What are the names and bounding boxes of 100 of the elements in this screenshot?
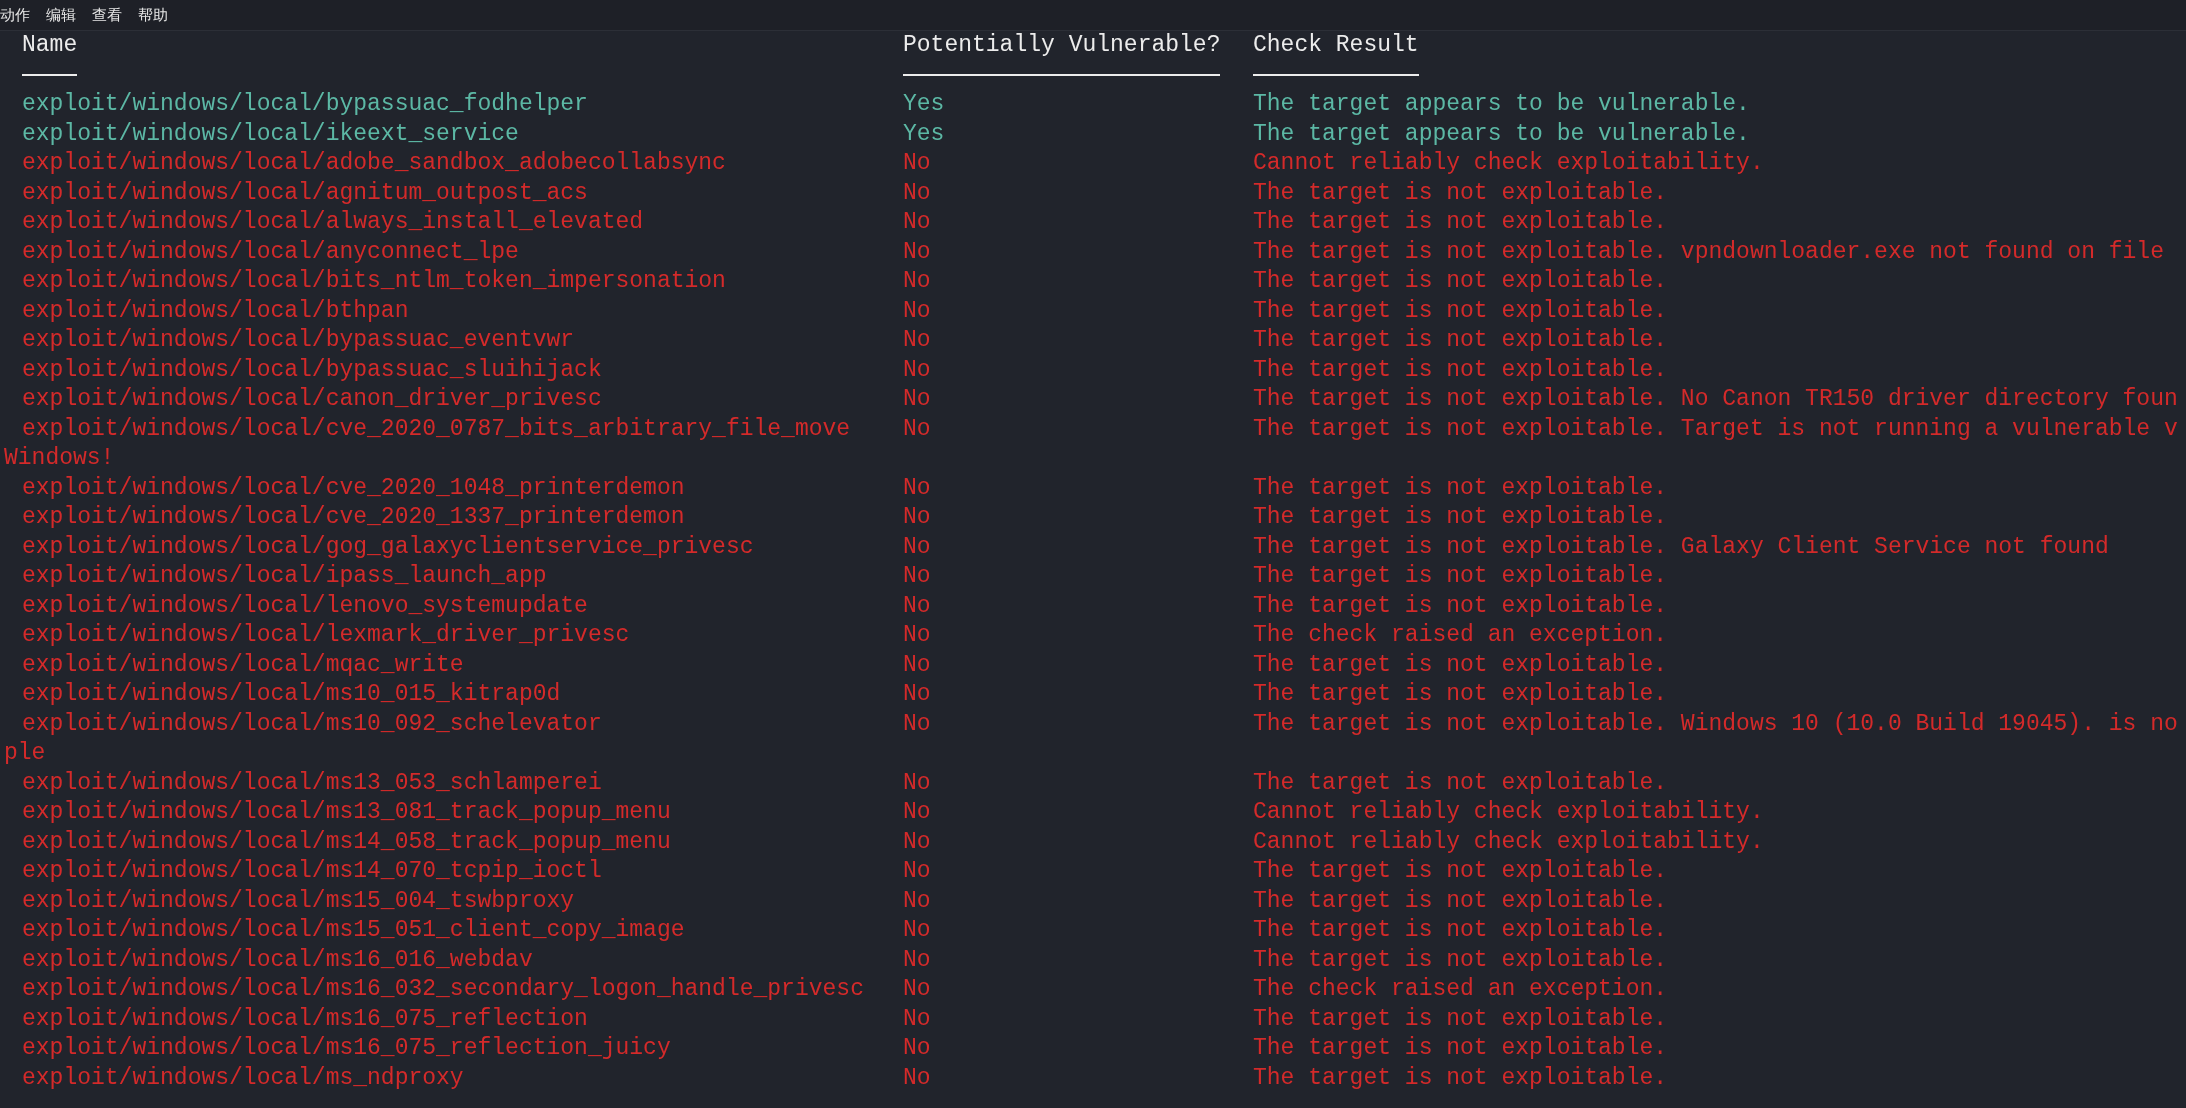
table-cell: The target is not exploitable. No Canon TR150 driver directory foun: [1253, 386, 2178, 412]
table-cell: exploit/windows/local/anyconnect_lpe: [22, 238, 519, 265]
table-cell: The target is not exploitable.: [1253, 651, 1668, 678]
table-cell: exploit/windows/local/ms13_081_track_popup_menu: [22, 799, 671, 825]
table-cell: The check raised an exception.: [1253, 976, 1668, 1002]
table-cell: No: [903, 681, 931, 707]
wrapped-text: Windows!: [4, 445, 115, 471]
table-cell: No: [903, 1005, 931, 1032]
table-cell: The target is not exploitable. Galaxy Client Service not found: [1253, 533, 2109, 560]
table-cell: No: [903, 209, 931, 235]
table-cell: exploit/windows/local/ms16_032_secondary_logon_handle_privesc: [22, 976, 864, 1002]
table-cell: The target is not exploitable.: [1253, 681, 1668, 707]
table-cell: exploit/windows/local/ms10_015_kitrap0d: [22, 681, 561, 707]
table-cell: exploit/windows/local/adobe_sandbox_adobecollabsync: [22, 150, 726, 176]
table-cell: No: [903, 238, 931, 265]
table-cell: The target is not exploitable.: [1253, 769, 1668, 796]
table-cell: exploit/windows/local/gog_galaxyclientservice_privesc: [22, 533, 754, 560]
table-cell: No: [903, 533, 931, 560]
table-cell: The target is not exploitable.: [1253, 504, 1668, 530]
table-cell: exploit/windows/local/ipass_launch_app: [22, 563, 547, 589]
table-cell: exploit/windows/local/ms15_004_tswbproxy: [22, 887, 575, 914]
table-cell: No: [903, 268, 931, 294]
table-cell: exploit/windows/local/bthpan: [22, 297, 409, 324]
table-cell: The target is not exploitable.: [1253, 356, 1668, 383]
menu-item[interactable]: 帮助: [138, 3, 168, 27]
table-cell: No: [903, 297, 931, 324]
table-cell: exploit/windows/local/ms10_092_schelevator: [22, 710, 602, 737]
table-cell: exploit/windows/local/bypassuac_eventvwr: [22, 327, 575, 353]
table-cell: exploit/windows/local/cve_2020_0787_bits_arbitrary_file_move: [22, 415, 851, 442]
table-cell: exploit/windows/local/ms13_053_schlamperei: [22, 769, 602, 796]
table-cell: The target is not exploitable.: [1253, 858, 1668, 884]
table-cell: The target is not exploitable.: [1253, 209, 1668, 235]
table-cell: No: [903, 504, 931, 530]
table-cell: exploit/windows/local/agnitum_outpost_acs: [22, 179, 588, 206]
table-cell: No: [903, 976, 931, 1002]
table-cell: No: [903, 1064, 931, 1091]
column-header: Name: [22, 32, 78, 58]
table-cell: exploit/windows/local/ms14_058_track_popup_menu: [22, 828, 671, 855]
menu-item[interactable]: 动作: [0, 3, 30, 27]
table-cell: The target is not exploitable.: [1253, 917, 1668, 943]
table-cell: No: [903, 710, 931, 737]
table-cell: No: [903, 946, 931, 973]
table-cell: The target is not exploitable.: [1253, 327, 1668, 353]
table-cell: The target is not exploitable. Target is not running a vulnerable v: [1253, 415, 2178, 442]
table-cell: The target is not exploitable.: [1253, 268, 1668, 294]
table-cell: Cannot reliably check exploitability.: [1253, 828, 1764, 855]
table-cell: No: [903, 651, 931, 678]
table-cell: The target appears to be vulnerable.: [1253, 91, 1750, 117]
table-cell: The target is not exploitable.: [1253, 946, 1668, 973]
table-cell: No: [903, 327, 931, 353]
wrapped-text: ple: [4, 740, 46, 766]
table-cell: No: [903, 179, 931, 206]
table-cell: Yes: [903, 91, 945, 117]
table-cell: exploit/windows/local/ms_ndproxy: [22, 1064, 464, 1091]
table-cell: The check raised an exception.: [1253, 622, 1668, 648]
table-cell: The target is not exploitable.: [1253, 179, 1668, 206]
table-cell: The target is not exploitable.: [1253, 297, 1668, 324]
table-cell: The target is not exploitable.: [1253, 563, 1668, 589]
table-cell: exploit/windows/local/ms14_070_tcpip_ioctl: [22, 858, 602, 884]
table-cell: The target is not exploitable.: [1253, 887, 1668, 914]
table-cell: exploit/windows/local/ms16_075_reflection_juicy: [22, 1035, 671, 1061]
table-cell: exploit/windows/local/bypassuac_fodhelper: [22, 91, 588, 117]
table-cell: exploit/windows/local/bits_ntlm_token_impersonation: [22, 268, 726, 294]
table-cell: No: [903, 769, 931, 796]
column-header: Potentially Vulnerable?: [903, 32, 1221, 58]
table-cell: No: [903, 150, 931, 176]
table-cell: exploit/windows/local/mqac_write: [22, 651, 464, 678]
table-cell: The target is not exploitable.: [1253, 1064, 1668, 1091]
table-cell: No: [903, 1035, 931, 1061]
table-cell: Yes: [903, 120, 945, 147]
table-cell: Cannot reliably check exploitability.: [1253, 150, 1764, 176]
table-cell: The target appears to be vulnerable.: [1253, 120, 1750, 147]
table-cell: exploit/windows/local/bypassuac_sluihijack: [22, 356, 602, 383]
table-cell: No: [903, 415, 931, 442]
menu-item[interactable]: 编辑: [46, 3, 76, 27]
table-cell: The target is not exploitable.: [1253, 592, 1668, 619]
table-cell: exploit/windows/local/cve_2020_1337_printerdemon: [22, 504, 685, 530]
table-cell: No: [903, 858, 931, 884]
table-cell: The target is not exploitable.: [1253, 1005, 1668, 1032]
table-cell: No: [903, 799, 931, 825]
table-cell: exploit/windows/local/cve_2020_1048_printerdemon: [22, 474, 685, 501]
table-cell: exploit/windows/local/ms16_016_webdav: [22, 946, 533, 973]
table-cell: The target is not exploitable.: [1253, 474, 1668, 501]
table-cell: The target is not exploitable. Windows 10 (10.0 Build 19045). is no: [1253, 710, 2178, 737]
table-cell: No: [903, 474, 931, 501]
table-cell: exploit/windows/local/canon_driver_privesc: [22, 386, 602, 412]
table-cell: No: [903, 887, 931, 914]
column-header: Check Result: [1253, 32, 1419, 58]
table-cell: Cannot reliably check exploitability.: [1253, 799, 1764, 825]
table-cell: exploit/windows/local/always_install_elevated: [22, 209, 644, 235]
menu-item[interactable]: 查看: [92, 3, 122, 27]
table-cell: The target is not exploitable.: [1253, 1035, 1668, 1061]
table-cell: No: [903, 563, 931, 589]
table-cell: exploit/windows/local/lexmark_driver_privesc: [22, 622, 630, 648]
table-cell: exploit/windows/local/ms15_051_client_copy_image: [22, 917, 685, 943]
table-cell: No: [903, 356, 931, 383]
table-cell: No: [903, 622, 931, 648]
table-cell: No: [903, 917, 931, 943]
table-cell: exploit/windows/local/ms16_075_reflection: [22, 1005, 588, 1032]
table-cell: The target is not exploitable. vpndownloader.exe not found on file: [1253, 238, 2164, 265]
